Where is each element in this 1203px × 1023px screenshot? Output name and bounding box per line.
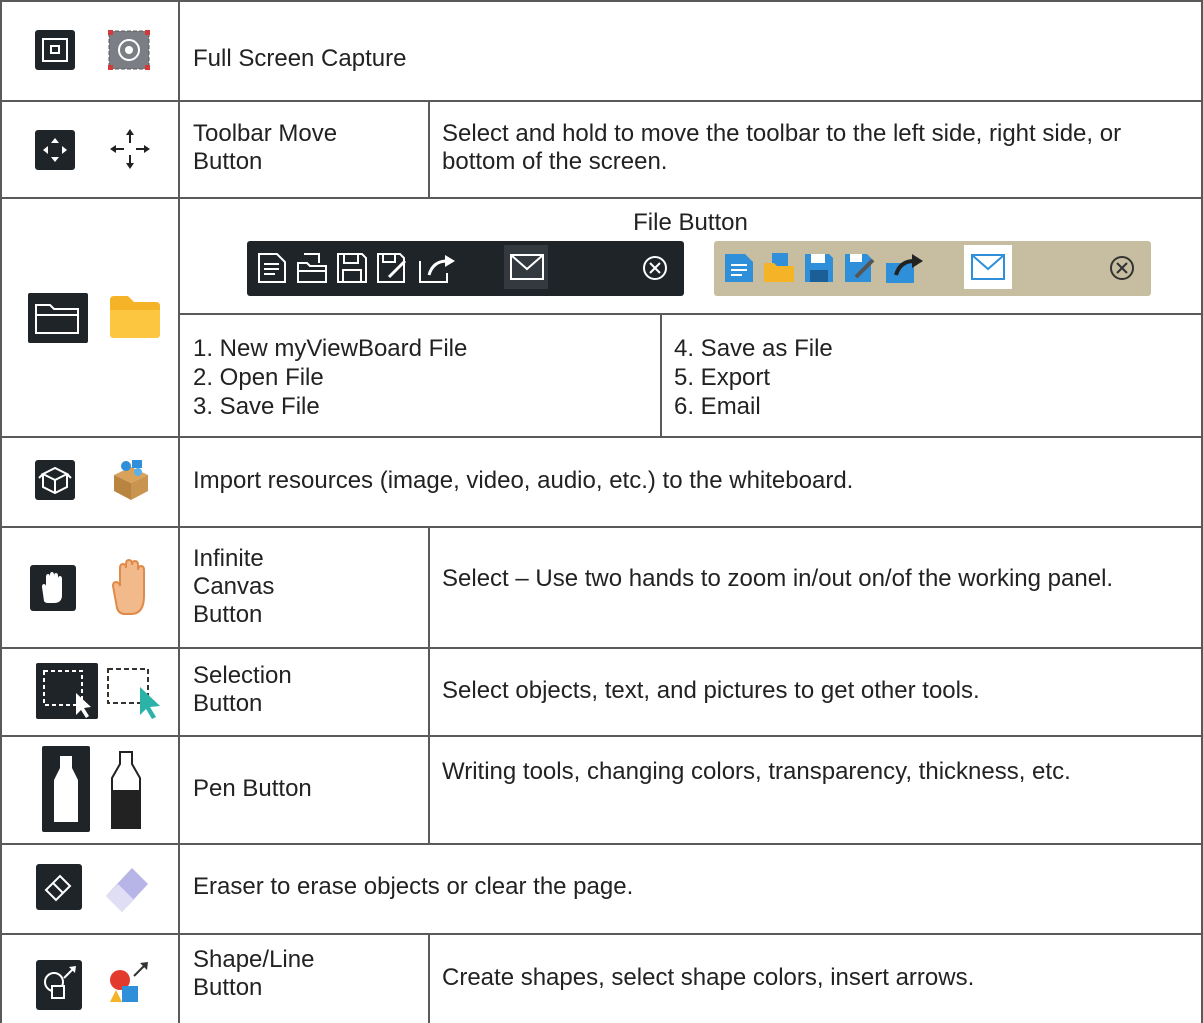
selection-dark-icon [36,663,98,719]
export-icon[interactable] [417,251,457,285]
export-icon[interactable] [884,251,924,285]
shape-line-label: Shape/Line Button [193,946,315,1001]
toolbar-move-label: Toolbar Move Button [193,120,338,175]
selection-desc: Select objects, text, and pictures to ge… [442,677,980,704]
pen-light-icon [111,751,141,829]
col-divider [428,735,430,843]
save-as-file-icon[interactable] [842,251,876,285]
capture-light-icon [108,30,150,70]
shape-light-icon [110,962,148,1002]
save-file-icon[interactable] [335,251,369,285]
new-file-icon[interactable] [255,251,289,285]
hand-light-icon [111,558,145,615]
pen-dark-icon [42,746,90,832]
selection-light-icon [107,668,160,719]
save-file-icon[interactable] [802,251,836,285]
col-divider [428,933,430,1023]
open-file-icon[interactable] [295,251,329,285]
full-screen-capture-label: Full Screen Capture [193,45,407,72]
col-divider [428,647,430,735]
col-divider [660,313,662,436]
file-button-title: File Button [633,209,748,236]
row-divider [0,933,1203,935]
save-as-file-icon[interactable] [375,251,409,285]
row-divider [0,0,1203,2]
file-items-left: 1. New myViewBoard File 2. Open File 3. … [193,335,468,420]
new-file-icon[interactable] [722,251,756,285]
pen-desc: Writing tools, changing colors, transpar… [442,758,1071,785]
close-icon[interactable] [641,254,669,282]
row-divider [0,647,1203,649]
open-file-icon[interactable] [762,251,796,285]
infinite-canvas-desc: Select – Use two hands to zoom in/out on… [442,565,1114,592]
email-icon[interactable] [970,253,1006,281]
pen-label: Pen Button [193,775,312,802]
shape-line-desc: Create shapes, select shape colors, inse… [442,964,975,991]
col-divider [0,0,2,1023]
row-divider [0,735,1203,737]
shape-dark-icon [36,960,82,1010]
row-divider [0,100,1203,102]
capture-dark-icon [35,30,75,70]
row-divider [0,197,1203,199]
box-light-icon [114,460,148,500]
eraser-dark-icon [36,864,82,910]
row-divider [0,436,1203,438]
row-divider [0,526,1203,528]
move-dark-icon [35,130,75,170]
folder-light-icon [110,296,160,338]
toolbar-move-desc: Select and hold to move the toolbar to t… [442,120,1122,175]
hand-dark-icon [30,565,76,611]
col-divider [428,100,430,197]
email-icon[interactable] [509,253,545,281]
row-divider [178,313,1203,315]
close-icon[interactable] [1108,254,1136,282]
import-label: Import resources (image, video, audio, e… [193,467,854,494]
row-divider [0,843,1203,845]
box-dark-icon [35,460,75,500]
folder-dark-icon [28,293,88,343]
eraser-label: Eraser to erase objects or clear the pag… [193,873,634,900]
move-light-icon [110,129,150,169]
col-divider [178,0,180,1023]
col-divider [428,526,430,647]
file-toolbar-dark [247,241,684,296]
eraser-light-icon [106,868,148,912]
infinite-canvas-label: Infinite Canvas Button [193,545,275,628]
file-toolbar-light [714,241,1151,296]
selection-label: Selection Button [193,662,292,717]
file-items-right: 4. Save as File 5. Export 6. Email [674,335,833,420]
